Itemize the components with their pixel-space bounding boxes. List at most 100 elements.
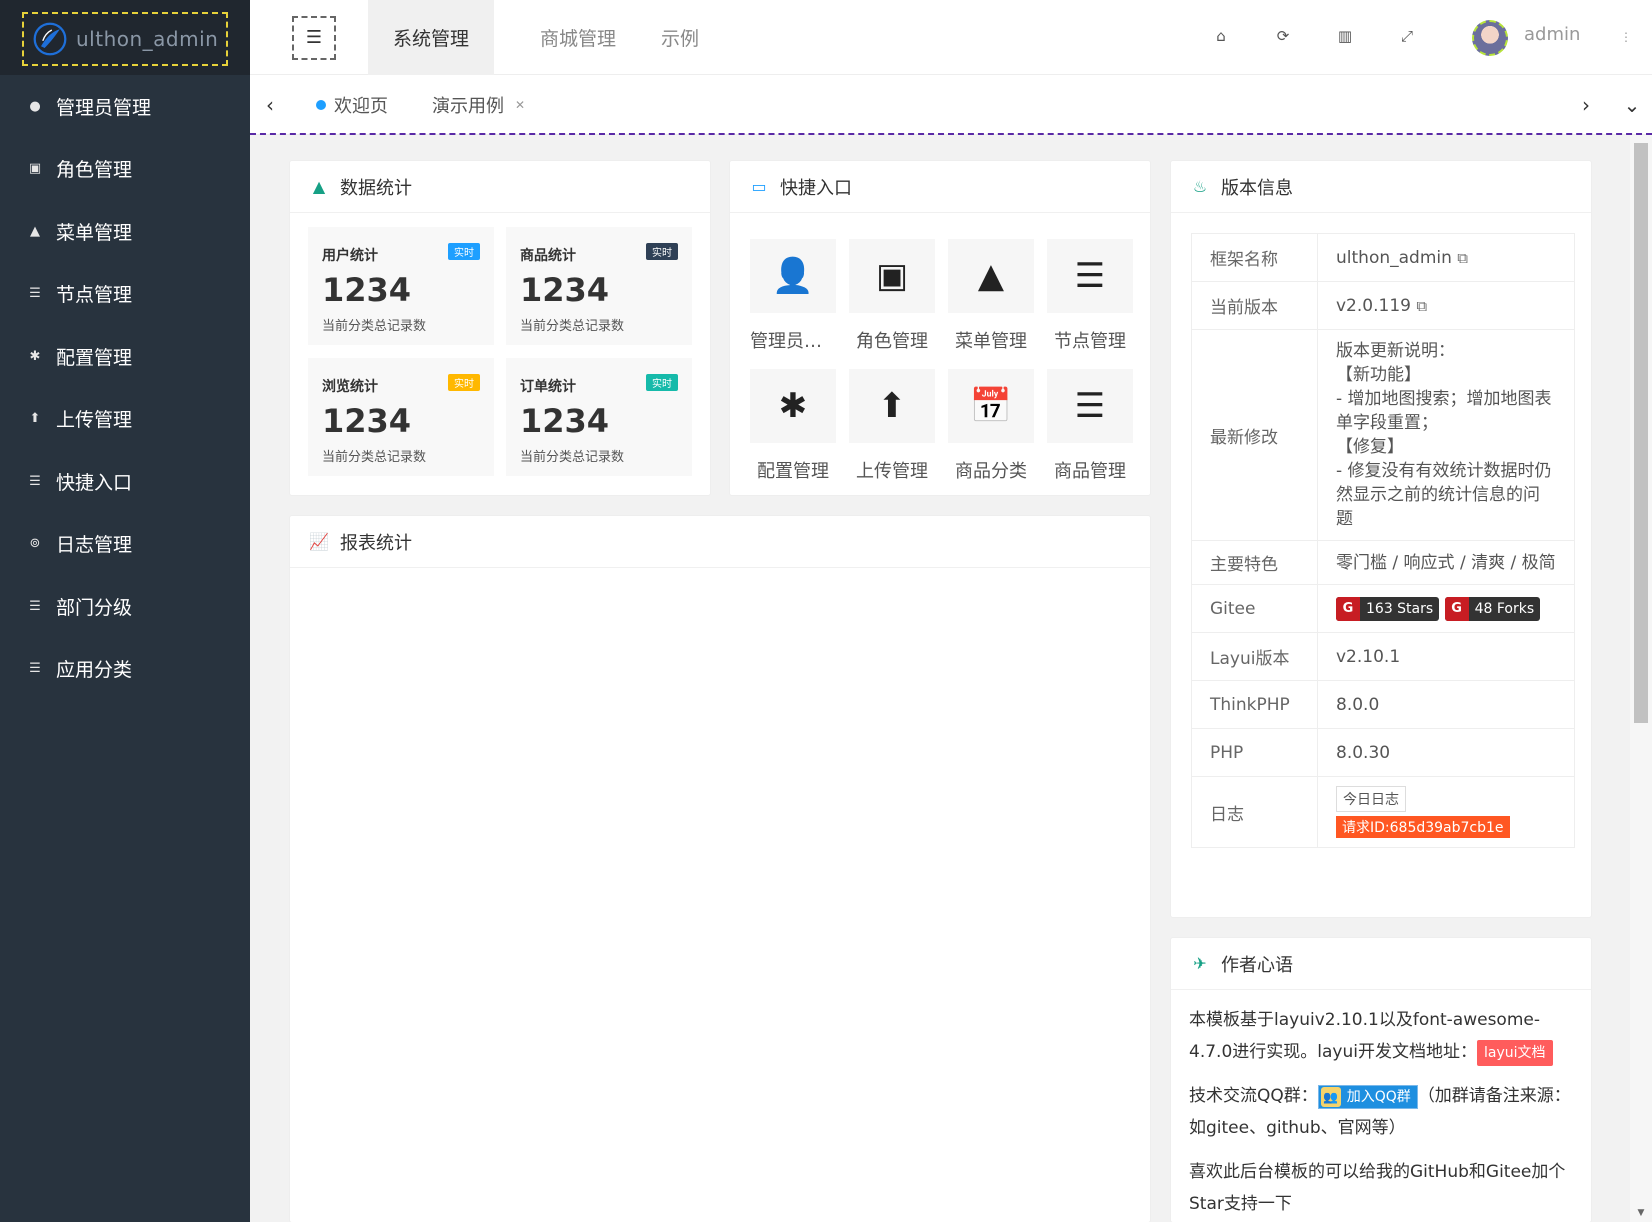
row-key: 主要特色 — [1191, 540, 1318, 585]
sidebar-item-upload[interactable]: ⬆ 上传管理 — [0, 388, 250, 451]
today-log-button[interactable]: 今日日志 — [1336, 786, 1406, 812]
topnav-example[interactable]: 示例 — [642, 0, 718, 75]
sidebar-item-admin[interactable]: ● 管理员管理 — [0, 75, 250, 138]
sidebar-item-label: 角色管理 — [56, 159, 133, 182]
row-key: ThinkPHP — [1191, 680, 1318, 729]
gitee-stars-badge[interactable]: G 163 Stars — [1336, 596, 1440, 621]
close-icon[interactable]: ✕ — [512, 97, 528, 113]
database-icon: ▣ — [28, 161, 42, 177]
table-row: Gitee G 163 Stars G 48 Forks — [1191, 584, 1575, 633]
list-icon: ☰ — [29, 286, 41, 302]
tab-scroll-left-button[interactable]: ‹ — [250, 87, 290, 123]
card-title-text: 作者心语 — [1221, 954, 1293, 976]
row-value: ulthon_admin ⧉ — [1317, 233, 1575, 282]
fullscreen-icon[interactable]: ⤢ — [1396, 24, 1418, 48]
quick-label: 管理员管理 — [750, 331, 836, 352]
quick-item[interactable]: ⬆ 上传管理 — [849, 369, 935, 483]
sidebar-toggle-button[interactable]: ☰ — [292, 0, 336, 75]
version-table: 框架名称 ulthon_admin ⧉ 当前版本 v2.0.119 ⧉ 最新修改… — [1191, 233, 1575, 848]
quick-item[interactable]: ☰ 商品管理 — [1047, 369, 1133, 483]
stat-orders[interactable]: 订单统计 实时 1234 当前分类总记录数 — [506, 358, 692, 476]
sidebar-item-label: 日志管理 — [56, 534, 133, 557]
quick-item[interactable]: 📅 商品分类 — [948, 369, 1034, 483]
sidebar-item-config[interactable]: ✱ 配置管理 — [0, 325, 250, 388]
gitee-icon: G — [1444, 596, 1469, 621]
join-qq-button[interactable]: 👥 加入QQ群 — [1317, 1085, 1418, 1109]
badge-text: 163 Stars — [1366, 600, 1434, 617]
report-card: 📈 报表统计 — [290, 516, 1150, 1222]
card-title-text: 快捷入口 — [780, 177, 852, 199]
avatar[interactable] — [1472, 20, 1508, 56]
stat-users[interactable]: 用户统计 实时 1234 当前分类总记录数 — [308, 227, 494, 345]
topnav-system[interactable]: 系统管理 — [368, 0, 494, 75]
active-dot-icon — [316, 100, 326, 110]
table-row: 主要特色 零门槛 / 响应式 / 清爽 / 极简 — [1191, 540, 1575, 585]
user-icon: 👤 — [750, 239, 836, 313]
list-icon: ☰ — [1047, 239, 1133, 313]
tab-welcome[interactable]: 欢迎页 — [316, 83, 388, 127]
refresh-icon[interactable]: ⟳ — [1272, 24, 1294, 48]
card-title-text: 版本信息 — [1221, 177, 1293, 199]
sidebar-item-dept[interactable]: ☰ 部门分级 — [0, 575, 250, 638]
sidebar-item-label: 快捷入口 — [56, 471, 133, 494]
quick-label: 商品管理 — [1054, 461, 1126, 482]
stat-desc: 当前分类总记录数 — [322, 450, 427, 465]
logo[interactable]: ulthon_admin — [22, 12, 228, 66]
layui-docs-link[interactable]: layui文档 — [1476, 1040, 1553, 1066]
copy-icon[interactable]: ⧉ — [1416, 297, 1427, 315]
tab-label: 演示用例 — [432, 96, 504, 117]
tab-bar: ‹ 欢迎页 演示用例 ✕ › ⌄ — [250, 75, 1652, 135]
user-name[interactable]: admin — [1524, 24, 1580, 45]
home-icon[interactable]: ⌂ — [1210, 24, 1232, 48]
quick-item[interactable]: ▣ 角色管理 — [849, 239, 935, 353]
tab-demo[interactable]: 演示用例 ✕ — [432, 83, 528, 127]
table-row: Layui版本 v2.10.1 — [1191, 632, 1575, 681]
logo-text: ulthon_admin — [76, 27, 219, 51]
quick-label: 上传管理 — [856, 461, 928, 482]
tab-scroll-right-button[interactable]: › — [1566, 87, 1606, 123]
status-badge: 实时 — [646, 374, 678, 391]
logo-icon — [33, 22, 67, 56]
topnav-mall[interactable]: 商城管理 — [518, 0, 638, 75]
scroll-thumb[interactable] — [1634, 143, 1648, 723]
quick-item[interactable]: ✱ 配置管理 — [750, 369, 836, 483]
scrollbar[interactable]: ▼ — [1630, 135, 1652, 1222]
row-key: 日志 — [1191, 776, 1318, 848]
clear-icon[interactable]: ▥ — [1334, 24, 1356, 48]
sidebar-item-role[interactable]: ▣ 角色管理 — [0, 138, 250, 201]
row-value: 今日日志 请求ID:685d39ab7cb1e — [1317, 776, 1575, 848]
sidebar-item-app-category[interactable]: ☰ 应用分类 — [0, 638, 250, 701]
scroll-down-icon[interactable]: ▼ — [1634, 1208, 1648, 1218]
author-words: 本模板基于layuiv2.10.1以及font-awesome-4.7.0进行实… — [1171, 990, 1591, 1222]
status-badge: 实时 — [646, 243, 678, 260]
asterisk-icon: ✱ — [750, 369, 836, 443]
stat-views[interactable]: 浏览统计 实时 1234 当前分类总记录数 — [308, 358, 494, 476]
sidebar-nav: ● 管理员管理 ▣ 角色管理 ▲ 菜单管理 ☰ 节点管理 ✱ 配置管理 ⬆ 上传管理 ☰ 快捷… — [0, 75, 250, 700]
quick-item[interactable]: 👤 管理员管理 — [750, 239, 836, 353]
status-badge: 实时 — [448, 243, 480, 260]
tab-options-button[interactable]: ⌄ — [1612, 87, 1652, 123]
gitee-forks-badge[interactable]: G 48 Forks — [1444, 596, 1541, 621]
author-paragraph: 本模板基于layuiv2.10.1以及font-awesome-4.7.0进行实… — [1189, 1004, 1573, 1068]
sidebar-item-node[interactable]: ☰ 节点管理 — [0, 263, 250, 326]
more-icon[interactable]: ⋮ — [1620, 30, 1632, 46]
quick-item[interactable]: ☰ 节点管理 — [1047, 239, 1133, 353]
sidebar-item-menu[interactable]: ▲ 菜单管理 — [0, 200, 250, 263]
sidebar-item-quick[interactable]: ☰ 快捷入口 — [0, 450, 250, 513]
badge-text: 48 Forks — [1474, 600, 1535, 617]
chevron-right-icon: › — [1582, 93, 1590, 117]
database-icon: ▣ — [849, 239, 935, 313]
quick-label: 角色管理 — [856, 331, 928, 352]
sidebar-item-log[interactable]: ⊚ 日志管理 — [0, 513, 250, 576]
copy-icon[interactable]: ⧉ — [1457, 249, 1468, 267]
status-badge: 实时 — [448, 374, 480, 391]
quick-label: 配置管理 — [757, 461, 829, 482]
row-key: Layui版本 — [1191, 632, 1318, 681]
chevron-left-icon: ‹ — [266, 93, 274, 117]
quick-item[interactable]: ▲ 菜单管理 — [948, 239, 1034, 353]
sidebar-item-label: 应用分类 — [56, 659, 133, 682]
topnav-label: 示例 — [660, 28, 699, 50]
version-number: v2.0.119 — [1336, 295, 1411, 316]
asterisk-icon: ✱ — [29, 348, 41, 364]
stat-goods[interactable]: 商品统计 实时 1234 当前分类总记录数 — [506, 227, 692, 345]
